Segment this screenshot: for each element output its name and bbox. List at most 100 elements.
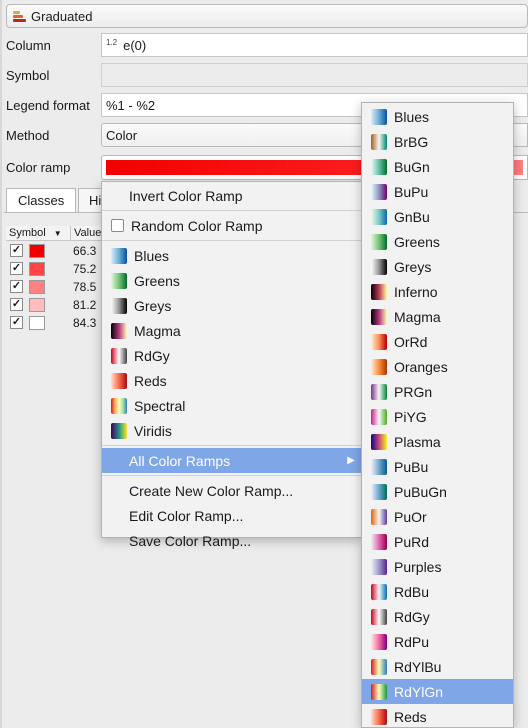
favorite-ramp-item-rdgy[interactable]: RdGy [102, 343, 361, 368]
random-color-ramp-item[interactable]: Random Color Ramp [102, 213, 361, 238]
color-ramp-label: Color ramp [6, 159, 71, 175]
color-ramp-icon [371, 508, 387, 525]
class-value: 75.2 [73, 261, 97, 276]
ramp-item-pubu[interactable]: PuBu [362, 454, 513, 479]
graduated-renderer-icon [13, 10, 26, 23]
color-ramp-icon [111, 347, 127, 364]
ramp-item-plasma[interactable]: Plasma [362, 429, 513, 454]
color-ramp-icon [371, 158, 387, 175]
color-ramp-icon [371, 383, 387, 400]
tab-histogram[interactable]: Hi [78, 188, 102, 213]
table-row[interactable]: ✓ 66.3 [10, 242, 96, 259]
renderer-type-label: Graduated [31, 8, 93, 24]
legend-format-label: Legend format [6, 97, 90, 113]
column-label: Column [6, 37, 51, 53]
color-ramp-icon [371, 633, 387, 650]
class-checkbox[interactable]: ✓ [10, 316, 23, 329]
color-ramp-icon [371, 658, 387, 675]
color-ramp-icon [371, 133, 387, 150]
ramp-item-inferno[interactable]: Inferno [362, 279, 513, 304]
color-ramp-icon [371, 358, 387, 375]
menu-separator [102, 240, 361, 241]
menu-separator [102, 445, 361, 446]
ramp-item-purples[interactable]: Purples [362, 554, 513, 579]
symbol-button[interactable] [101, 63, 528, 87]
color-ramp-icon [371, 583, 387, 600]
ramp-item-prgn[interactable]: PRGn [362, 379, 513, 404]
create-color-ramp-item[interactable]: Create New Color Ramp... [102, 478, 361, 503]
ramp-item-gnbu[interactable]: GnBu [362, 204, 513, 229]
panel-edge [0, 0, 2, 728]
ramp-item-pubugn[interactable]: PuBuGn [362, 479, 513, 504]
color-ramp-icon [371, 433, 387, 450]
favorite-ramp-item-spectral[interactable]: Spectral [102, 393, 361, 418]
class-color-swatch[interactable] [29, 279, 45, 294]
ramp-item-rdylbu[interactable]: RdYlBu [362, 654, 513, 679]
color-ramp-icon [371, 558, 387, 575]
class-color-swatch[interactable] [29, 315, 45, 330]
ramp-item-orrd[interactable]: OrRd [362, 329, 513, 354]
renderer-type-combo[interactable]: Graduated [6, 4, 528, 28]
tab-classes[interactable]: Classes [6, 188, 77, 213]
color-ramp-icon [111, 297, 127, 314]
ramp-item-magma[interactable]: Magma [362, 304, 513, 329]
ramp-item-puor[interactable]: PuOr [362, 504, 513, 529]
ramp-item-rdpu[interactable]: RdPu [362, 629, 513, 654]
menu-separator [102, 475, 361, 476]
ramp-item-bupu[interactable]: BuPu [362, 179, 513, 204]
color-ramp-icon [371, 333, 387, 350]
class-value: 84.3 [73, 315, 97, 330]
ramp-item-greens[interactable]: Greens [362, 229, 513, 254]
all-color-ramps-submenu: Blues BrBG BuGn BuPu GnBu Greens Greys Inferno M… [361, 102, 514, 728]
ramp-item-greys[interactable]: Greys [362, 254, 513, 279]
color-ramp-icon [111, 322, 127, 339]
favorite-ramp-item-viridis[interactable]: Viridis [102, 418, 361, 443]
color-ramp-icon [111, 422, 127, 439]
symbol-column-header[interactable]: Symbol ▼ [6, 226, 71, 240]
ramp-item-brbg[interactable]: BrBG [362, 129, 513, 154]
ramp-item-piyg[interactable]: PiYG [362, 404, 513, 429]
color-ramp-icon [371, 483, 387, 500]
favorite-ramp-item-magma[interactable]: Magma [102, 318, 361, 343]
color-ramp-icon [371, 533, 387, 550]
color-ramp-icon [111, 272, 127, 289]
favorite-ramp-item-greens[interactable]: Greens [102, 268, 361, 293]
ramp-item-rdylgn[interactable]: RdYlGn [362, 679, 513, 704]
ramp-item-rdgy[interactable]: RdGy [362, 604, 513, 629]
class-value: 78.5 [73, 279, 97, 294]
random-checkbox-icon[interactable] [111, 219, 124, 232]
favorite-ramp-item-blues[interactable]: Blues [102, 243, 361, 268]
ramp-item-reds[interactable]: Reds [362, 704, 513, 727]
value-column-header[interactable]: Value [71, 226, 105, 240]
color-ramp-icon [371, 708, 387, 725]
table-row[interactable]: ✓ 81.2 [10, 296, 96, 313]
class-checkbox[interactable]: ✓ [10, 244, 23, 257]
color-ramp-icon [371, 408, 387, 425]
save-color-ramp-item[interactable]: Save Color Ramp... [102, 528, 361, 553]
class-color-swatch[interactable] [29, 243, 45, 258]
class-checkbox[interactable]: ✓ [10, 298, 23, 311]
method-label: Method [6, 127, 50, 143]
legend-format-value: %1 - %2 [106, 97, 156, 113]
invert-color-ramp-item[interactable]: Invert Color Ramp [102, 183, 361, 208]
ramp-item-oranges[interactable]: Oranges [362, 354, 513, 379]
class-color-swatch[interactable] [29, 261, 45, 276]
class-color-swatch[interactable] [29, 297, 45, 312]
class-checkbox[interactable]: ✓ [10, 280, 23, 293]
ramp-item-blues[interactable]: Blues [362, 104, 513, 129]
all-color-ramps-item[interactable]: All Color Ramps ▶ [102, 448, 361, 473]
ramp-item-purd[interactable]: PuRd [362, 529, 513, 554]
table-row[interactable]: ✓ 78.5 [10, 278, 96, 295]
column-field[interactable]: 1.2 e(0) [101, 33, 528, 57]
sort-down-icon: ▼ [53, 228, 62, 238]
ramp-item-rdbu[interactable]: RdBu [362, 579, 513, 604]
favorite-ramp-item-reds[interactable]: Reds [102, 368, 361, 393]
submenu-arrow-icon: ▶ [347, 455, 355, 466]
color-ramp-icon [111, 372, 127, 389]
favorite-ramp-item-greys[interactable]: Greys [102, 293, 361, 318]
table-row[interactable]: ✓ 84.3 [10, 314, 96, 331]
table-row[interactable]: ✓ 75.2 [10, 260, 96, 277]
edit-color-ramp-item[interactable]: Edit Color Ramp... [102, 503, 361, 528]
ramp-item-bugn[interactable]: BuGn [362, 154, 513, 179]
class-checkbox[interactable]: ✓ [10, 262, 23, 275]
